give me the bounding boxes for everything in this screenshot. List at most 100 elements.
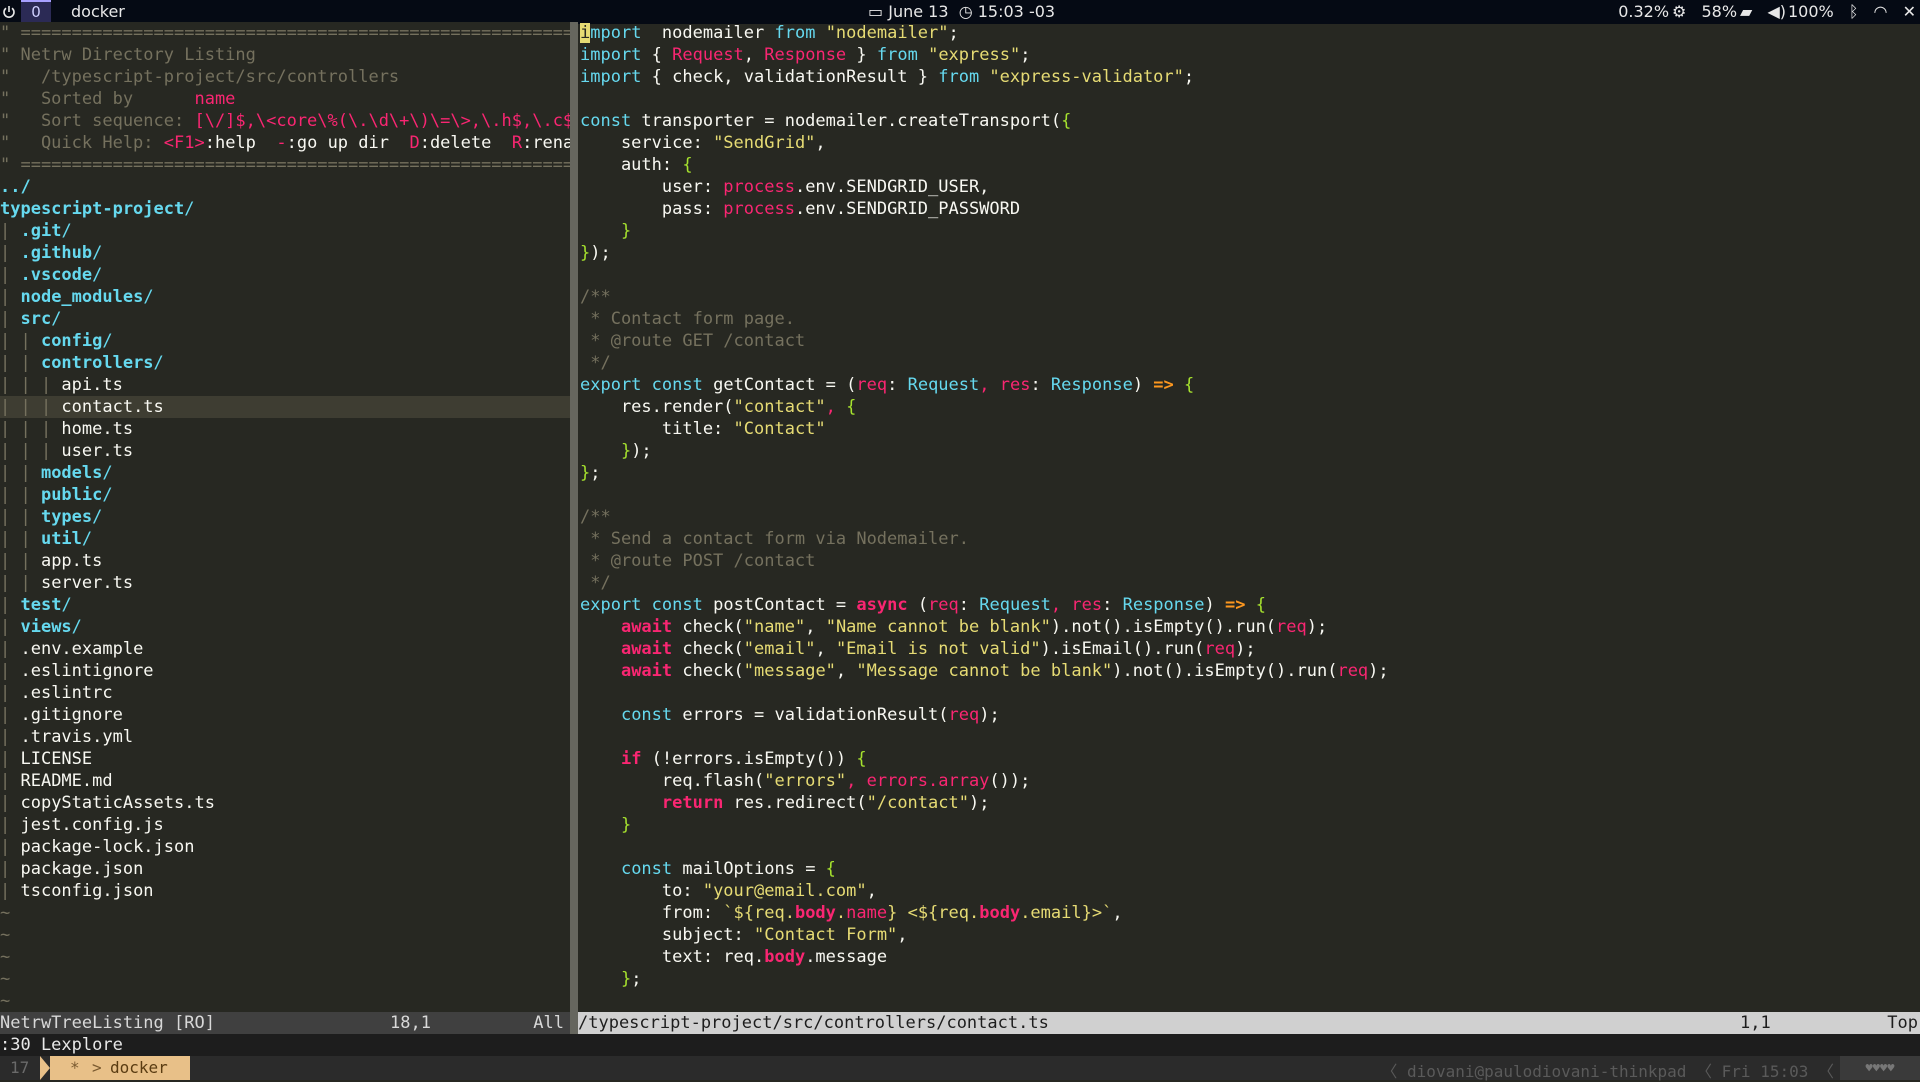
tree-folder-name[interactable]: .vscode — [20, 265, 92, 285]
tree-file-name[interactable]: .eslintrc — [20, 683, 112, 703]
tree-entry[interactable]: | | config/ — [0, 330, 113, 352]
tree-folder-name[interactable]: util — [41, 529, 82, 549]
code-line: title: "Contact" — [580, 418, 826, 440]
quick-help-item: :go up dir — [286, 133, 410, 153]
tree-guide: | | — [0, 507, 41, 527]
tree-entry[interactable]: | package.json — [0, 858, 143, 880]
code-token: body — [794, 903, 836, 923]
tree-entry[interactable]: | LICENSE — [0, 748, 92, 770]
code-token: * Send a contact form via Nodemailer. — [580, 529, 969, 549]
tree-file-name[interactable]: server.ts — [41, 573, 133, 593]
tree-entry[interactable]: | .github/ — [0, 242, 102, 264]
code-editor-pane[interactable]: import nodemailer from "nodemailer"; impo… — [578, 22, 1920, 1012]
tree-folder-name[interactable]: types — [41, 507, 92, 527]
tree-file-name[interactable]: .travis.yml — [20, 727, 133, 747]
tree-entry[interactable]: | .git/ — [0, 220, 72, 242]
tree-entry[interactable]: | .eslintignore — [0, 660, 154, 682]
folder-slash: / — [92, 265, 103, 285]
tree-file-name[interactable]: package.json — [20, 859, 143, 879]
tree-folder-name[interactable]: node_modules — [20, 287, 143, 307]
tree-entry[interactable]: | | public/ — [0, 484, 113, 506]
tree-entry[interactable]: | node_modules/ — [0, 286, 154, 308]
code-token: const — [580, 111, 632, 131]
system-tray: 0.32% ⚙ 58% ▰ ◀) 100% ᛒ ◠ ✕ — [1608, 2, 1916, 21]
tree-file-name[interactable]: contact.ts — [61, 397, 163, 417]
tree-folder-name[interactable]: public — [41, 485, 102, 505]
code-token: { — [846, 397, 857, 417]
wifi-icon[interactable]: ◠ — [1874, 2, 1888, 21]
tree-entry[interactable]: | | app.ts — [0, 550, 102, 572]
tree-entry[interactable]: ../ — [0, 176, 31, 198]
tree-entry[interactable]: | | controllers/ — [0, 352, 164, 374]
tree-entry[interactable]: | test/ — [0, 594, 72, 616]
netrw-pane[interactable]: " ======================================… — [0, 22, 570, 1012]
tree-file-name[interactable]: .eslintignore — [20, 661, 153, 681]
tree-file-name[interactable]: README.md — [20, 771, 112, 791]
vertical-split-divider[interactable] — [570, 22, 578, 1012]
command-line[interactable]: :30 Lexplore — [0, 1034, 1920, 1056]
tree-file-name[interactable]: package-lock.json — [20, 837, 194, 857]
tree-entry[interactable]: | src/ — [0, 308, 61, 330]
tree-entry[interactable]: | | | api.ts — [0, 374, 123, 396]
code-line: }; — [580, 968, 642, 990]
netrw-header-text: " Quick Help: — [0, 133, 164, 153]
tree-entry[interactable]: | README.md — [0, 770, 113, 792]
sorted-by-value: name — [194, 89, 236, 109]
tree-file-name[interactable]: app.ts — [41, 551, 102, 571]
tree-file-name[interactable]: copyStaticAssets.ts — [20, 793, 214, 813]
volume-icon[interactable]: ◀) — [1767, 2, 1786, 21]
quick-help-item: D — [409, 133, 420, 153]
code-token: .email}>` — [1020, 903, 1113, 923]
tree-file-name[interactable]: .env.example — [20, 639, 143, 659]
code-token: check( — [672, 661, 744, 681]
tree-entry[interactable]: | | server.ts — [0, 572, 133, 594]
tree-entry[interactable]: | package-lock.json — [0, 836, 194, 858]
tree-folder-name[interactable]: test — [20, 595, 61, 615]
tree-file-name[interactable]: LICENSE — [20, 749, 92, 769]
tree-entry[interactable]: | tsconfig.json — [0, 880, 154, 902]
code-line: return res.redirect("/contact"); — [580, 792, 990, 814]
tree-entry[interactable]: | | | home.ts — [0, 418, 133, 440]
tree-entry[interactable]: | | util/ — [0, 528, 92, 550]
workspace-indicator[interactable]: 0 — [21, 0, 51, 24]
tree-entry[interactable]: | .eslintrc — [0, 682, 113, 704]
bluetooth-icon[interactable]: ᛒ — [1849, 2, 1859, 21]
tree-entry[interactable]: | .env.example — [0, 638, 143, 660]
tree-entry[interactable]: | .travis.yml — [0, 726, 133, 748]
tree-file-name[interactable]: .gitignore — [20, 705, 122, 725]
tree-file-name[interactable]: user.ts — [61, 441, 133, 461]
tree-guide: | — [0, 859, 21, 879]
tree-folder-name[interactable]: typescript-project — [0, 199, 184, 219]
tree-entry[interactable]: | | | contact.ts — [0, 396, 570, 418]
code-token: } — [580, 243, 591, 263]
tree-entry[interactable]: | .vscode/ — [0, 264, 102, 286]
tree-guide: | — [0, 309, 21, 329]
tree-entry[interactable]: | | types/ — [0, 506, 102, 528]
tree-entry[interactable]: | views/ — [0, 616, 82, 638]
tree-folder-name[interactable]: .github — [20, 243, 92, 263]
tree-folder-name[interactable]: config — [41, 331, 102, 351]
tree-file-name[interactable]: tsconfig.json — [20, 881, 153, 901]
parent-dir-link[interactable]: ../ — [0, 177, 31, 197]
tree-folder-name[interactable]: models — [41, 463, 102, 483]
code-token: req — [1276, 617, 1307, 637]
code-token: , — [1112, 903, 1123, 923]
code-line: await check("email", "Email is not valid… — [580, 638, 1256, 660]
tree-entry[interactable]: | copyStaticAssets.ts — [0, 792, 215, 814]
tree-entry[interactable]: | | | user.ts — [0, 440, 133, 462]
tree-file-name[interactable]: home.ts — [61, 419, 133, 439]
tree-folder-name[interactable]: src — [20, 309, 51, 329]
tree-entry[interactable]: typescript-project/ — [0, 198, 194, 220]
tree-entry[interactable]: | jest.config.js — [0, 814, 164, 836]
tree-folder-name[interactable]: controllers — [41, 353, 154, 373]
tree-entry[interactable]: | .gitignore — [0, 704, 123, 726]
tree-file-name[interactable]: api.ts — [61, 375, 122, 395]
bell-off-icon[interactable]: ✕ — [1903, 2, 1916, 21]
tree-file-name[interactable]: jest.config.js — [20, 815, 163, 835]
tree-folder-name[interactable]: .git — [20, 221, 61, 241]
tree-entry[interactable]: | | models/ — [0, 462, 113, 484]
power-icon[interactable] — [0, 0, 18, 24]
tmux-window-tab[interactable]: * > docker — [40, 1056, 190, 1080]
tree-folder-name[interactable]: views — [20, 617, 71, 637]
code-token: "Contact Form" — [754, 925, 898, 945]
